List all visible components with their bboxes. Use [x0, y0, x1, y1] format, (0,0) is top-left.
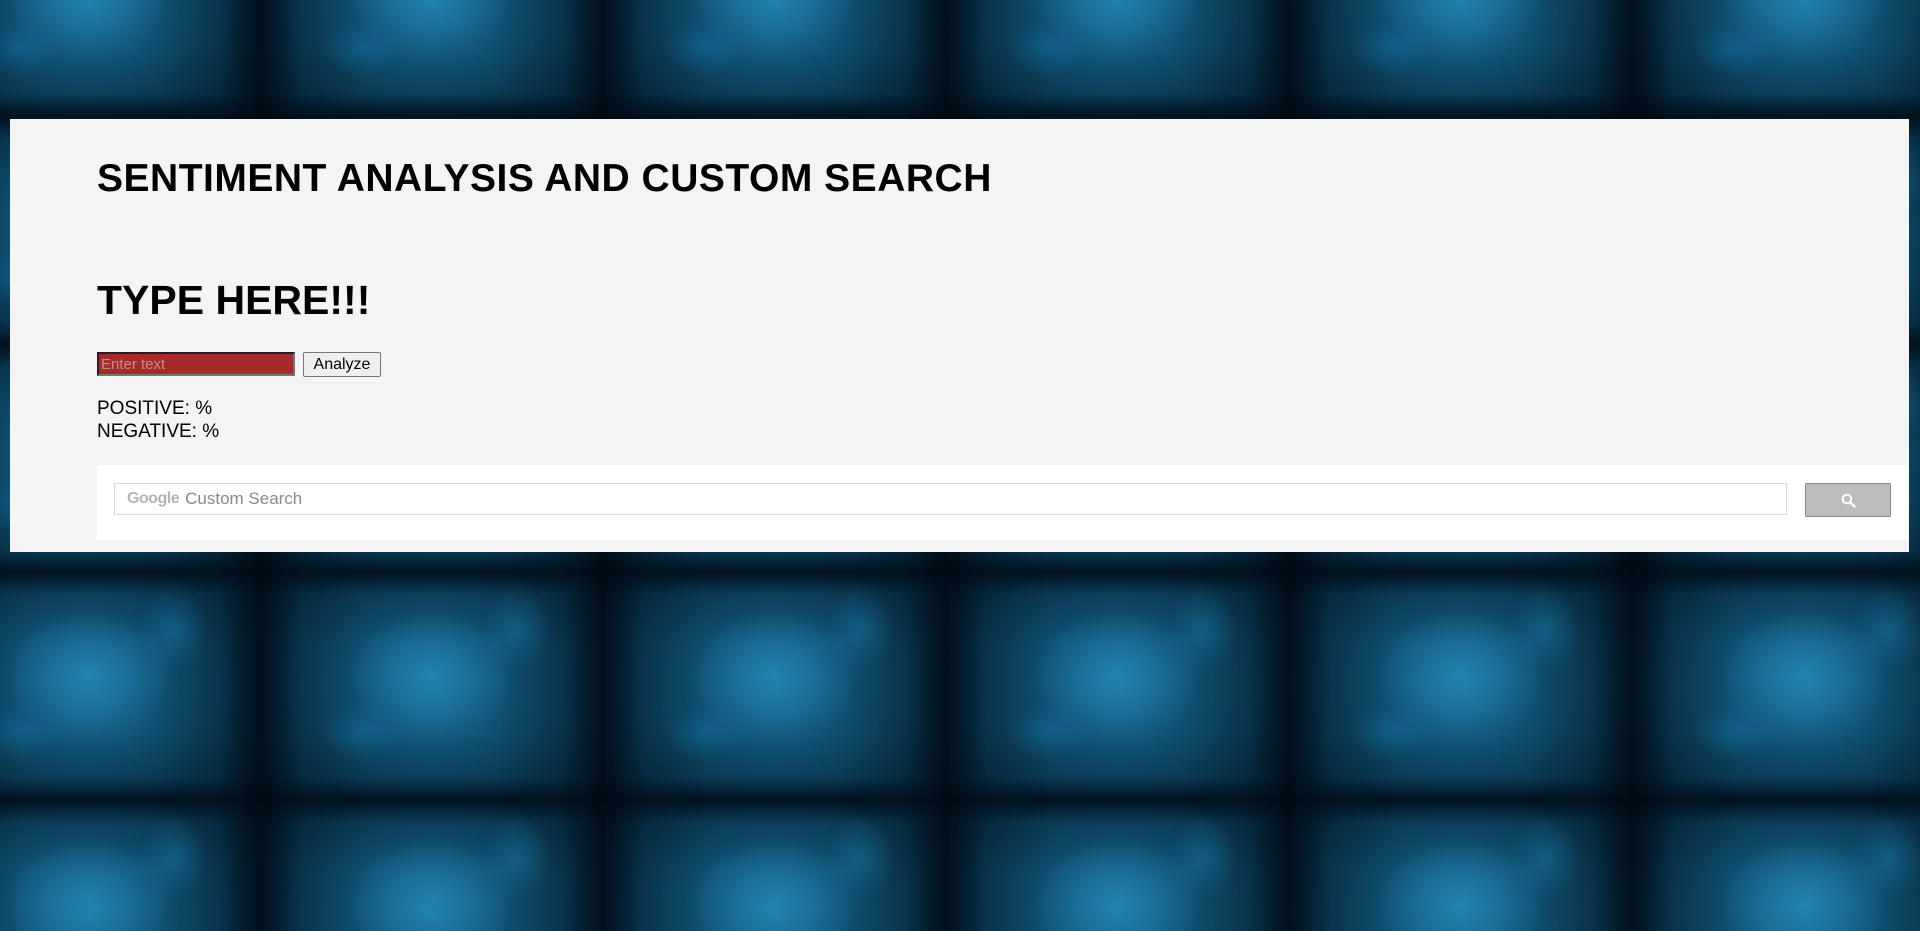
main-panel: SENTIMENT ANALYSIS AND CUSTOM SEARCH TYP…: [10, 119, 1909, 552]
custom-search-field[interactable]: Google: [114, 483, 1787, 515]
sentiment-text-input[interactable]: [97, 352, 295, 376]
page-title: SENTIMENT ANALYSIS AND CUSTOM SEARCH: [97, 157, 992, 200]
custom-search-button[interactable]: [1805, 483, 1891, 517]
negative-result: NEGATIVE: %: [97, 421, 220, 442]
search-icon: [1841, 493, 1856, 508]
type-here-heading: TYPE HERE!!!: [97, 277, 371, 323]
positive-result: POSITIVE: %: [97, 398, 213, 419]
custom-search-input[interactable]: [185, 485, 1786, 513]
google-watermark: Google: [127, 490, 180, 507]
analyze-button[interactable]: Analyze: [303, 352, 381, 377]
custom-search-box: Google: [97, 465, 1909, 540]
